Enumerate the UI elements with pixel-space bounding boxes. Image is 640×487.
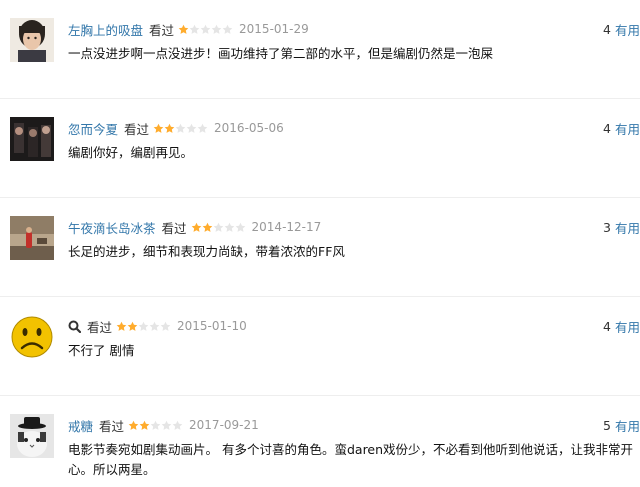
review-header: 忽而今夏 看过 2016-05-06 — [68, 119, 284, 137]
star-empty-icon — [186, 123, 197, 133]
review-text: 不行了 剧情 — [68, 343, 135, 358]
review-item: 忽而今夏 看过 2016-05-06 4 有用 编剧你好，编剧再见。 — [0, 99, 640, 198]
star-empty-icon — [224, 222, 234, 232]
star-rating — [116, 321, 171, 332]
username-link[interactable]: 忽而今夏 — [68, 119, 118, 138]
star-rating — [191, 222, 246, 233]
review-header: 看过 2015-01-10 — [68, 317, 247, 335]
star-filled-icon — [139, 420, 150, 430]
review-text: 电影节奏宛如剧集动画片。 有多个讨喜的角色。蛮daren戏份少，不必看到他听到他… — [68, 442, 634, 477]
useful-button[interactable]: 有用 — [615, 218, 640, 237]
useful-count: 4 — [603, 22, 611, 37]
star-filled-icon — [178, 24, 189, 34]
username-link[interactable]: 戒糖 — [68, 416, 93, 435]
star-filled-icon — [202, 222, 212, 232]
useful-count: 4 — [603, 319, 611, 334]
review-date: 2015-01-29 — [239, 22, 309, 36]
avatar[interactable] — [10, 414, 54, 458]
review-text: 一点没进步啊一点没进步！画功维持了第二部的水平，但是编剧仍然是一泡屎 — [68, 46, 494, 61]
star-rating — [178, 24, 233, 35]
star-empty-icon — [172, 420, 183, 430]
username-link[interactable]: 左胸上的吸盘 — [68, 20, 143, 39]
review-item: 左胸上的吸盘 看过 2015-01-29 4 有用 一点没进步啊一点没进步！画功… — [0, 0, 640, 99]
review-date: 2014-12-17 — [251, 220, 322, 234]
useful-button[interactable]: 有用 — [615, 119, 640, 138]
review-date: 2015-01-10 — [177, 319, 247, 333]
useful-count: 5 — [603, 418, 611, 433]
avatar[interactable] — [10, 315, 54, 359]
useful-vote: 5 有用 — [603, 416, 640, 435]
star-filled-icon — [128, 420, 139, 430]
useful-button[interactable]: 有用 — [615, 416, 640, 435]
watch-status: 看过 — [149, 22, 175, 38]
star-filled-icon — [153, 123, 164, 133]
avatar[interactable] — [10, 216, 54, 260]
avatar[interactable] — [10, 18, 54, 62]
useful-count: 4 — [603, 121, 611, 136]
avatar[interactable] — [10, 117, 54, 161]
useful-vote: 4 有用 — [603, 119, 640, 138]
review-header: 戒糖 看过 2017-09-21 — [68, 416, 259, 434]
useful-vote: 4 有用 — [603, 317, 640, 336]
watch-status: 看过 — [161, 220, 187, 236]
review-text: 长足的进步，细节和表现力尚缺，带着浓浓的FF风 — [68, 244, 345, 259]
useful-count: 3 — [603, 220, 611, 235]
username-link[interactable]: 午夜滴长岛冰茶 — [68, 218, 156, 237]
star-empty-icon — [222, 24, 233, 34]
star-empty-icon — [189, 24, 200, 34]
star-filled-icon — [116, 321, 127, 331]
useful-button[interactable]: 有用 — [615, 20, 640, 39]
star-empty-icon — [211, 24, 222, 34]
star-empty-icon — [160, 321, 171, 331]
star-rating — [153, 123, 208, 134]
review-text: 编剧你好，编剧再见。 — [68, 145, 194, 160]
star-empty-icon — [197, 123, 208, 133]
watch-status: 看过 — [87, 319, 113, 335]
star-filled-icon — [191, 222, 201, 232]
review-header: 左胸上的吸盘 看过 2015-01-29 — [68, 20, 309, 38]
watch-status: 看过 — [99, 418, 125, 434]
review-item: 看过 2015-01-10 4 有用 不行了 剧情 — [0, 297, 640, 396]
review-item: 戒糖 看过 2017-09-21 5 有用 电影节奏宛如剧集动画片。 有多个讨喜… — [0, 396, 640, 487]
review-date: 2017-09-21 — [189, 418, 259, 432]
star-empty-icon — [161, 420, 172, 430]
star-empty-icon — [149, 321, 160, 331]
useful-vote: 4 有用 — [603, 20, 640, 39]
star-filled-icon — [127, 321, 138, 331]
useful-vote: 3 有用 — [603, 218, 640, 237]
star-empty-icon — [138, 321, 149, 331]
review-item: 午夜滴长岛冰茶 看过 2014-12-17 3 有用 长足的进步，细节和表现力尚… — [0, 198, 640, 297]
star-filled-icon — [164, 123, 175, 133]
star-empty-icon — [213, 222, 223, 232]
star-empty-icon — [150, 420, 161, 430]
star-empty-icon — [200, 24, 211, 34]
magnifier-icon — [68, 320, 82, 333]
watch-status: 看过 — [124, 121, 150, 137]
review-header: 午夜滴长岛冰茶 看过 2014-12-17 — [68, 218, 321, 236]
star-rating — [128, 420, 183, 431]
useful-button[interactable]: 有用 — [615, 317, 640, 336]
star-empty-icon — [235, 222, 245, 232]
star-empty-icon — [175, 123, 186, 133]
review-date: 2016-05-06 — [214, 121, 284, 135]
